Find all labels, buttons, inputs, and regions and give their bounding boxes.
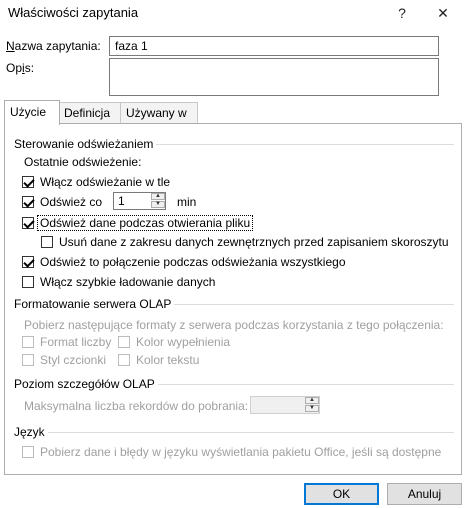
- refresh-every-label: Odśwież co: [40, 195, 103, 209]
- help-button[interactable]: ?: [386, 0, 418, 26]
- spin-down-icon[interactable]: ▼: [151, 201, 165, 208]
- spin-arrows[interactable]: ▲ ▼: [305, 397, 319, 413]
- office-language-checkbox[interactable]: [22, 446, 34, 458]
- description-textarea[interactable]: [109, 58, 439, 96]
- refresh-on-open-label: Odśwież dane podczas otwierania pliku: [37, 215, 254, 231]
- max-records-label: Maksymalna liczba rekordów do pobrania:: [24, 399, 249, 413]
- fast-load-checkbox[interactable]: [22, 276, 34, 288]
- refresh-on-open-checkbox[interactable]: [22, 217, 34, 229]
- cancel-button[interactable]: Anuluj: [387, 483, 462, 505]
- number-format-checkbox[interactable]: [22, 336, 34, 348]
- text-color-label: Kolor tekstu: [136, 353, 200, 367]
- background-refresh-checkbox[interactable]: [22, 176, 34, 188]
- tab-usage[interactable]: Użycie: [4, 100, 60, 125]
- refresh-interval-stepper[interactable]: 1 ▲ ▼: [113, 192, 166, 210]
- fill-color-checkbox[interactable]: [118, 336, 130, 348]
- spin-arrows[interactable]: ▲ ▼: [151, 193, 165, 209]
- tab-used-in[interactable]: Używany w: [120, 102, 198, 123]
- query-name-input[interactable]: faza 1: [109, 36, 439, 56]
- tab-definition[interactable]: Definicja: [58, 102, 122, 123]
- remove-data-label: Usuń dane z zakresu danych zewnętrznych …: [59, 235, 449, 249]
- dialog-title: Właściwości zapytania: [8, 5, 139, 20]
- number-format-label: Format liczby: [40, 335, 112, 349]
- refresh-every-checkbox[interactable]: [22, 196, 34, 208]
- spin-down-icon[interactable]: ▼: [305, 405, 319, 412]
- max-records-stepper[interactable]: ▲ ▼: [250, 396, 320, 414]
- refresh-all-label: Odśwież to połączenie podczas odświeżani…: [40, 255, 346, 269]
- office-language-label: Pobierz dane i błędy w języku wyświetlan…: [40, 445, 442, 459]
- font-style-checkbox[interactable]: [22, 354, 34, 366]
- last-refresh-label: Ostatnie odświeżenie:: [24, 155, 142, 169]
- tab-definition-label: Definicja: [64, 106, 111, 120]
- olap-format-description: Pobierz następujące formaty z serwera po…: [24, 318, 444, 332]
- olap-format-section-title: Formatowanie serwera OLAP: [14, 297, 175, 311]
- spin-up-icon[interactable]: ▲: [151, 193, 165, 200]
- divider: [14, 432, 454, 433]
- tab-used-in-label: Używany w: [126, 106, 187, 120]
- fill-color-label: Kolor wypełnienia: [136, 335, 231, 349]
- tab-usage-label: Użycie: [10, 105, 47, 119]
- olap-detail-section-title: Poziom szczegółów OLAP: [14, 377, 158, 391]
- query-name-label-text: azwa zapytania:: [14, 39, 101, 53]
- ok-button[interactable]: OK: [304, 483, 379, 505]
- query-name-label: Nazwa zapytania:: [6, 39, 101, 53]
- text-color-checkbox[interactable]: [118, 354, 130, 366]
- refresh-all-checkbox[interactable]: [22, 256, 34, 268]
- background-refresh-label: Włącz odświeżanie w tle: [40, 175, 171, 189]
- close-button[interactable]: ✕: [427, 0, 459, 26]
- refresh-unit-label: min: [177, 195, 197, 209]
- font-style-label: Styl czcionki: [40, 353, 107, 367]
- description-label: Opis:: [6, 61, 35, 75]
- refresh-section-title: Sterowanie odświeżaniem: [14, 137, 157, 151]
- refresh-interval-value: 1: [118, 194, 125, 208]
- spin-up-icon[interactable]: ▲: [305, 397, 319, 404]
- remove-data-checkbox[interactable]: [41, 236, 53, 248]
- fast-load-label: Włącz szybkie ładowanie danych: [40, 275, 216, 289]
- language-section-title: Język: [14, 425, 48, 439]
